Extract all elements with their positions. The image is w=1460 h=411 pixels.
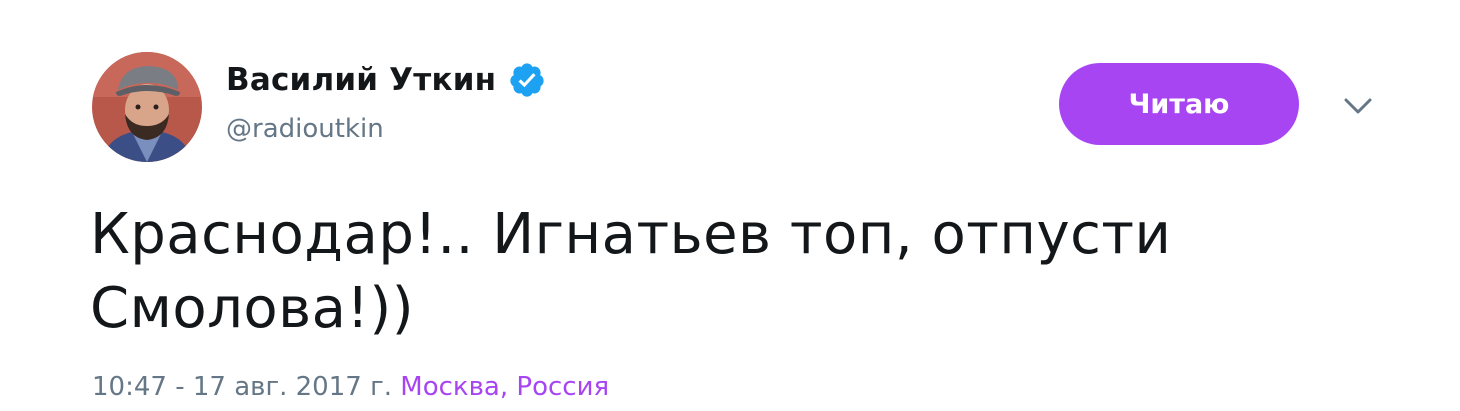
- name-row: Василий Уткин: [226, 58, 546, 102]
- avatar-image: [92, 52, 202, 162]
- tweet-menu-button[interactable]: [1338, 90, 1378, 122]
- following-button[interactable]: Читаю: [1059, 63, 1299, 145]
- tweet-timestamp[interactable]: 10:47 - 17 авг. 2017 г.: [92, 372, 392, 402]
- tweet-meta: 10:47 - 17 авг. 2017 г. Москва, Россия: [92, 372, 609, 402]
- verified-badge-icon: [508, 61, 546, 99]
- user-info[interactable]: Василий Уткин @radioutkin: [226, 58, 546, 144]
- user-handle[interactable]: @radioutkin: [226, 114, 546, 144]
- tweet-text: Краснодар!.. Игнатьев топ, отпусти Смоло…: [90, 198, 1290, 346]
- tweet-text-line: Смолова!)): [90, 276, 415, 341]
- chevron-down-icon: [1344, 98, 1372, 114]
- user-fullname[interactable]: Василий Уткин: [226, 62, 496, 98]
- tweet-card: Василий Уткин @radioutkin Читаю Краснода…: [0, 0, 1460, 411]
- tweet-location[interactable]: Москва, Россия: [400, 372, 609, 402]
- avatar[interactable]: [92, 52, 202, 162]
- tweet-text-line: Краснодар!.. Игнатьев топ, отпусти: [90, 202, 1172, 267]
